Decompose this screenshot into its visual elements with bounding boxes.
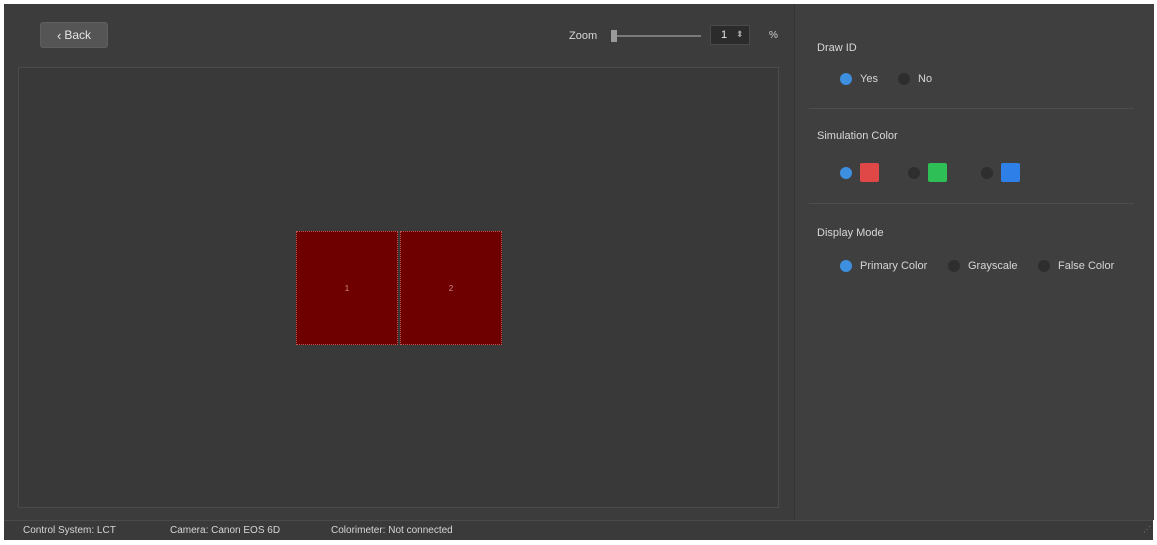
zoom-input[interactable]: 1 — [710, 25, 750, 45]
zoom-slider[interactable] — [611, 30, 701, 42]
radio-label: False Color — [1058, 260, 1115, 272]
resize-grip-icon[interactable]: ⋰ — [1143, 525, 1151, 539]
control-system-status: Control System: LCT — [23, 525, 116, 536]
radio-label: No — [918, 73, 933, 85]
radio-label: Yes — [860, 73, 878, 85]
app-window: ‹ Back Zoom 1 ⬍ % 1 2 Draw ID Yes No Sim… — [4, 4, 1154, 540]
back-button[interactable]: ‹ Back — [40, 22, 108, 48]
settings-panel: Draw ID Yes No Simulation Color Display … — [794, 4, 1154, 520]
radio-selected-icon — [840, 166, 852, 179]
radio-label: Grayscale — [968, 260, 1018, 272]
camera-status: Camera: Canon EOS 6D — [170, 525, 281, 536]
draw-id-title: Draw ID — [817, 42, 857, 54]
zoom-unit: % — [769, 30, 778, 41]
radio-unselected-icon — [1038, 260, 1050, 272]
radio-unselected-icon — [898, 73, 910, 85]
status-bar: Control System: LCT Camera: Canon EOS 6D… — [4, 520, 1153, 540]
cabinet-id: 2 — [448, 283, 454, 293]
radio-unselected-icon — [908, 166, 920, 179]
zoom-label: Zoom — [569, 30, 598, 42]
colorimeter-status: Colorimeter: Not connected — [331, 525, 453, 536]
display-mode-false-color-radio[interactable]: False Color — [1038, 260, 1114, 272]
divider — [809, 108, 1134, 109]
red-swatch — [860, 163, 879, 182]
draw-id-yes-radio[interactable]: Yes — [840, 73, 878, 85]
divider — [809, 203, 1134, 204]
radio-unselected-icon — [948, 260, 960, 272]
radio-selected-icon — [840, 73, 852, 85]
zoom-slider-thumb[interactable] — [611, 30, 617, 42]
cabinet-2[interactable]: 2 — [400, 231, 502, 345]
display-mode-grayscale-radio[interactable]: Grayscale — [948, 260, 1018, 272]
green-swatch — [928, 163, 947, 182]
simulation-color-green-radio[interactable] — [908, 163, 947, 182]
simulation-color-red-radio[interactable] — [840, 163, 879, 182]
radio-selected-icon — [840, 260, 852, 272]
simulation-color-blue-radio[interactable] — [981, 163, 1020, 182]
blue-swatch — [1001, 163, 1020, 182]
screen-canvas[interactable]: 1 2 — [18, 67, 779, 508]
zoom-spin-icon[interactable]: ⬍ — [736, 29, 744, 40]
zoom-slider-track — [611, 35, 701, 37]
preview-area: ‹ Back Zoom 1 ⬍ % 1 2 — [4, 4, 792, 520]
radio-unselected-icon — [981, 166, 993, 179]
draw-id-no-radio[interactable]: No — [898, 73, 932, 85]
simulation-color-title: Simulation Color — [817, 130, 898, 142]
cabinet-1[interactable]: 1 — [296, 231, 398, 345]
radio-label: Primary Color — [860, 260, 928, 272]
chevron-left-icon: ‹ — [56, 27, 62, 43]
cabinet-id: 1 — [344, 283, 350, 293]
display-mode-title: Display Mode — [817, 227, 884, 239]
display-mode-primary-radio[interactable]: Primary Color — [840, 260, 927, 272]
back-button-label: Back — [64, 28, 92, 42]
